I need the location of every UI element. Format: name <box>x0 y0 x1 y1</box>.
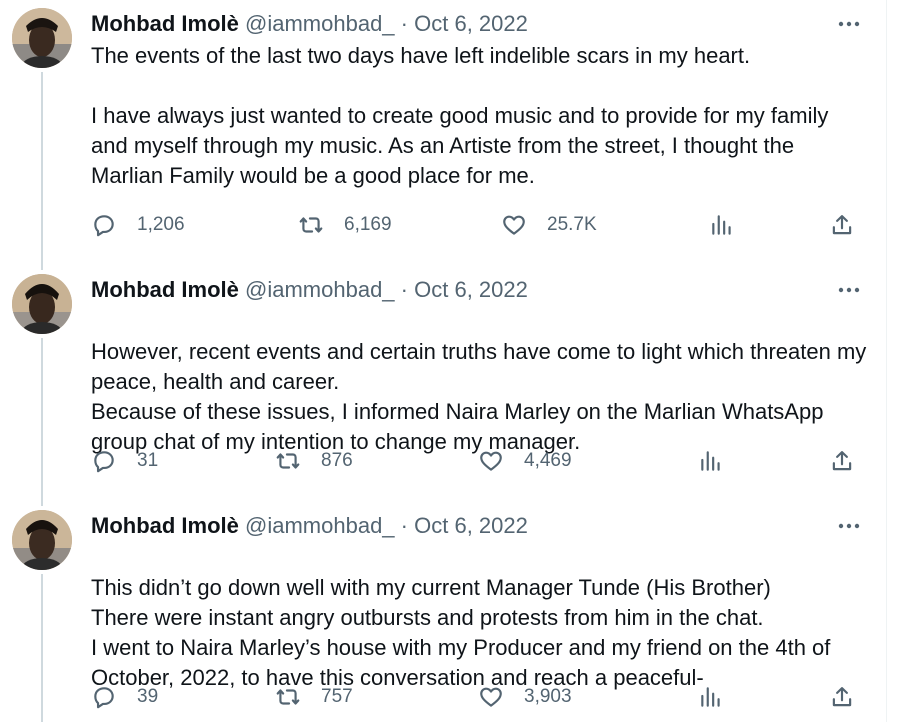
author-name[interactable]: Mohbad Imolè <box>91 11 239 36</box>
separator: · <box>400 513 408 538</box>
more-icon <box>838 287 860 293</box>
action-bar: 1,206 6,169 25.7K <box>91 210 871 240</box>
views-icon <box>701 687 720 707</box>
separator: · <box>400 277 408 302</box>
reply-count: 31 <box>137 450 159 471</box>
heart-icon <box>480 687 502 707</box>
reply-button[interactable]: 1,206 <box>91 210 185 240</box>
share-icon <box>832 215 852 235</box>
author-name[interactable]: Mohbad Imolè <box>91 277 239 302</box>
tweet-paragraph: However, recent events and certain truth… <box>91 339 867 454</box>
reply-count: 1,206 <box>137 214 185 235</box>
retweet-icon <box>299 217 323 233</box>
retweet-button[interactable]: 757 <box>275 682 353 712</box>
author-handle[interactable]: @iammohbad_ <box>245 513 395 538</box>
like-button[interactable]: 3,903 <box>478 682 572 712</box>
views-button[interactable] <box>698 682 724 712</box>
author-name[interactable]: Mohbad Imolè <box>91 513 239 538</box>
reply-count: 39 <box>137 686 159 707</box>
retweet-button[interactable]: 876 <box>275 446 353 476</box>
tweet-header: Mohbad Imolè @iammohbad_ · Oct 6, 2022 <box>91 276 528 304</box>
tweet-date[interactable]: Oct 6, 2022 <box>414 513 528 538</box>
retweet-icon <box>276 689 300 705</box>
reply-button[interactable]: 39 <box>91 682 158 712</box>
tweet-thread: Mohbad Imolè @iammohbad_ · Oct 6, 2022 T… <box>0 0 915 722</box>
tweet-header: Mohbad Imolè @iammohbad_ · Oct 6, 2022 <box>91 512 528 540</box>
separator: · <box>400 11 408 36</box>
more-button[interactable] <box>832 514 866 538</box>
tweet-paragraph: This didn’t go down well with my current… <box>91 575 831 690</box>
author-handle[interactable]: @iammohbad_ <box>245 277 395 302</box>
views-button[interactable] <box>698 446 724 476</box>
author-handle[interactable]: @iammohbad_ <box>245 11 395 36</box>
like-button[interactable]: 4,469 <box>478 446 572 476</box>
more-button[interactable] <box>832 278 866 302</box>
tweet-paragraph: The events of the last two days have lef… <box>91 43 751 68</box>
column-border <box>886 0 887 722</box>
reply-icon <box>94 215 114 237</box>
more-icon <box>838 523 860 529</box>
reply-icon <box>94 451 114 473</box>
tweet-paragraph: I have always just wanted to create good… <box>91 103 829 188</box>
retweet-count: 6,169 <box>344 214 392 235</box>
heart-icon <box>503 215 525 235</box>
tweet-text: The events of the last two days have lef… <box>91 41 871 191</box>
share-button[interactable] <box>829 682 855 712</box>
like-count: 3,903 <box>524 686 572 707</box>
tweet-date[interactable]: Oct 6, 2022 <box>414 277 528 302</box>
tweet[interactable]: Mohbad Imolè @iammohbad_ · Oct 6, 2022 H… <box>0 266 886 502</box>
avatar[interactable] <box>12 510 72 570</box>
like-count: 4,469 <box>524 450 572 471</box>
tweet[interactable]: Mohbad Imolè @iammohbad_ · Oct 6, 2022 T… <box>0 0 886 266</box>
tweet-date[interactable]: Oct 6, 2022 <box>414 11 528 36</box>
reply-icon <box>94 687 114 709</box>
action-bar: 39 757 3,903 <box>91 682 871 712</box>
avatar[interactable] <box>12 274 72 334</box>
share-icon <box>832 451 852 471</box>
avatar[interactable] <box>12 8 72 68</box>
more-button[interactable] <box>832 12 866 36</box>
tweet-header: Mohbad Imolè @iammohbad_ · Oct 6, 2022 <box>91 10 528 38</box>
retweet-icon <box>276 453 300 469</box>
like-count: 25.7K <box>547 214 597 235</box>
share-icon <box>832 687 852 707</box>
more-icon <box>838 21 860 27</box>
views-button[interactable] <box>709 210 735 240</box>
like-button[interactable]: 25.7K <box>501 210 597 240</box>
heart-icon <box>480 451 502 471</box>
share-button[interactable] <box>829 446 855 476</box>
share-button[interactable] <box>829 210 855 240</box>
retweet-count: 757 <box>321 686 353 707</box>
action-bar: 31 876 4,469 <box>91 446 871 476</box>
reply-button[interactable]: 31 <box>91 446 158 476</box>
views-icon <box>712 215 731 235</box>
retweet-button[interactable]: 6,169 <box>298 210 392 240</box>
retweet-count: 876 <box>321 450 353 471</box>
tweet[interactable]: Mohbad Imolè @iammohbad_ · Oct 6, 2022 T… <box>0 502 886 722</box>
views-icon <box>701 451 720 471</box>
